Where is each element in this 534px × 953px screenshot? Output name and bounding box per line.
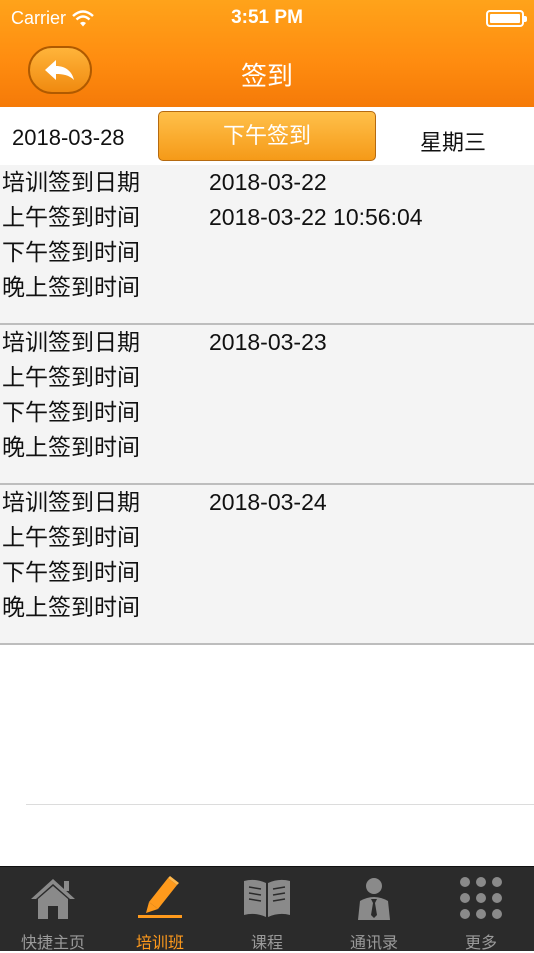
weekday-label: 星期三 xyxy=(420,130,487,155)
grid-dots-icon xyxy=(460,877,502,919)
tab-more[interactable]: 更多 xyxy=(428,867,534,952)
record-value: 2018-03-24 xyxy=(209,489,327,515)
date-row: 2018-03-28 下午签到 星期三 xyxy=(0,108,534,165)
list-divider xyxy=(26,804,534,805)
record-label: 培训签到日期 xyxy=(2,329,140,355)
record-label: 上午签到时间 xyxy=(2,364,140,390)
record-label: 晚上签到时间 xyxy=(2,594,140,620)
pencil-icon xyxy=(138,876,182,918)
record-label: 晚上签到时间 xyxy=(2,434,140,460)
checkin-record[interactable]: 培训签到日期 2018-03-24 上午签到时间 下午签到时间 晚上签到时间 xyxy=(0,485,534,645)
battery-icon xyxy=(486,10,527,27)
record-label: 晚上签到时间 xyxy=(2,274,140,300)
tab-label: 课程 xyxy=(250,935,283,952)
tab-home[interactable]: 快捷主页 xyxy=(0,867,106,952)
nav-header: Carrier 3:51 PM 签到 xyxy=(0,0,534,107)
record-label: 上午签到时间 xyxy=(2,524,140,550)
afternoon-checkin-button[interactable]: 下午签到 xyxy=(158,111,376,161)
page-title: 签到 xyxy=(240,61,293,91)
checkin-record[interactable]: 培训签到日期 2018-03-23 上午签到时间 下午签到时间 晚上签到时间 xyxy=(0,325,534,485)
tab-bar: 快捷主页 培训班 课程 通讯录 更多 xyxy=(0,866,534,952)
tab-training-class[interactable]: 培训班 xyxy=(107,867,213,952)
record-label: 下午签到时间 xyxy=(2,239,140,265)
record-label: 下午签到时间 xyxy=(2,399,140,425)
tab-label: 通讯录 xyxy=(349,935,398,952)
tab-label: 更多 xyxy=(464,935,497,952)
record-label: 培训签到日期 xyxy=(2,169,140,195)
tab-label: 快捷主页 xyxy=(20,935,85,952)
home-icon xyxy=(31,879,75,919)
record-label: 培训签到日期 xyxy=(2,489,140,515)
record-label: 下午签到时间 xyxy=(2,559,140,585)
record-label: 上午签到时间 xyxy=(2,204,140,230)
record-value: 2018-03-23 xyxy=(209,329,327,355)
tab-contacts[interactable]: 通讯录 xyxy=(321,867,427,952)
status-time: 3:51 PM xyxy=(231,7,303,28)
book-icon xyxy=(244,879,290,917)
checkin-record[interactable]: 培训签到日期 2018-03-22 上午签到时间 2018-03-22 10:5… xyxy=(0,165,534,325)
current-date: 2018-03-28 xyxy=(12,125,125,150)
status-bar: Carrier 3:51 PM xyxy=(0,0,534,36)
tab-course[interactable]: 课程 xyxy=(214,867,320,952)
record-value: 2018-03-22 10:56:04 xyxy=(209,204,423,230)
record-value: 2018-03-22 xyxy=(209,169,327,195)
contact-person-icon xyxy=(358,878,390,920)
tab-label: 培训班 xyxy=(135,935,184,952)
